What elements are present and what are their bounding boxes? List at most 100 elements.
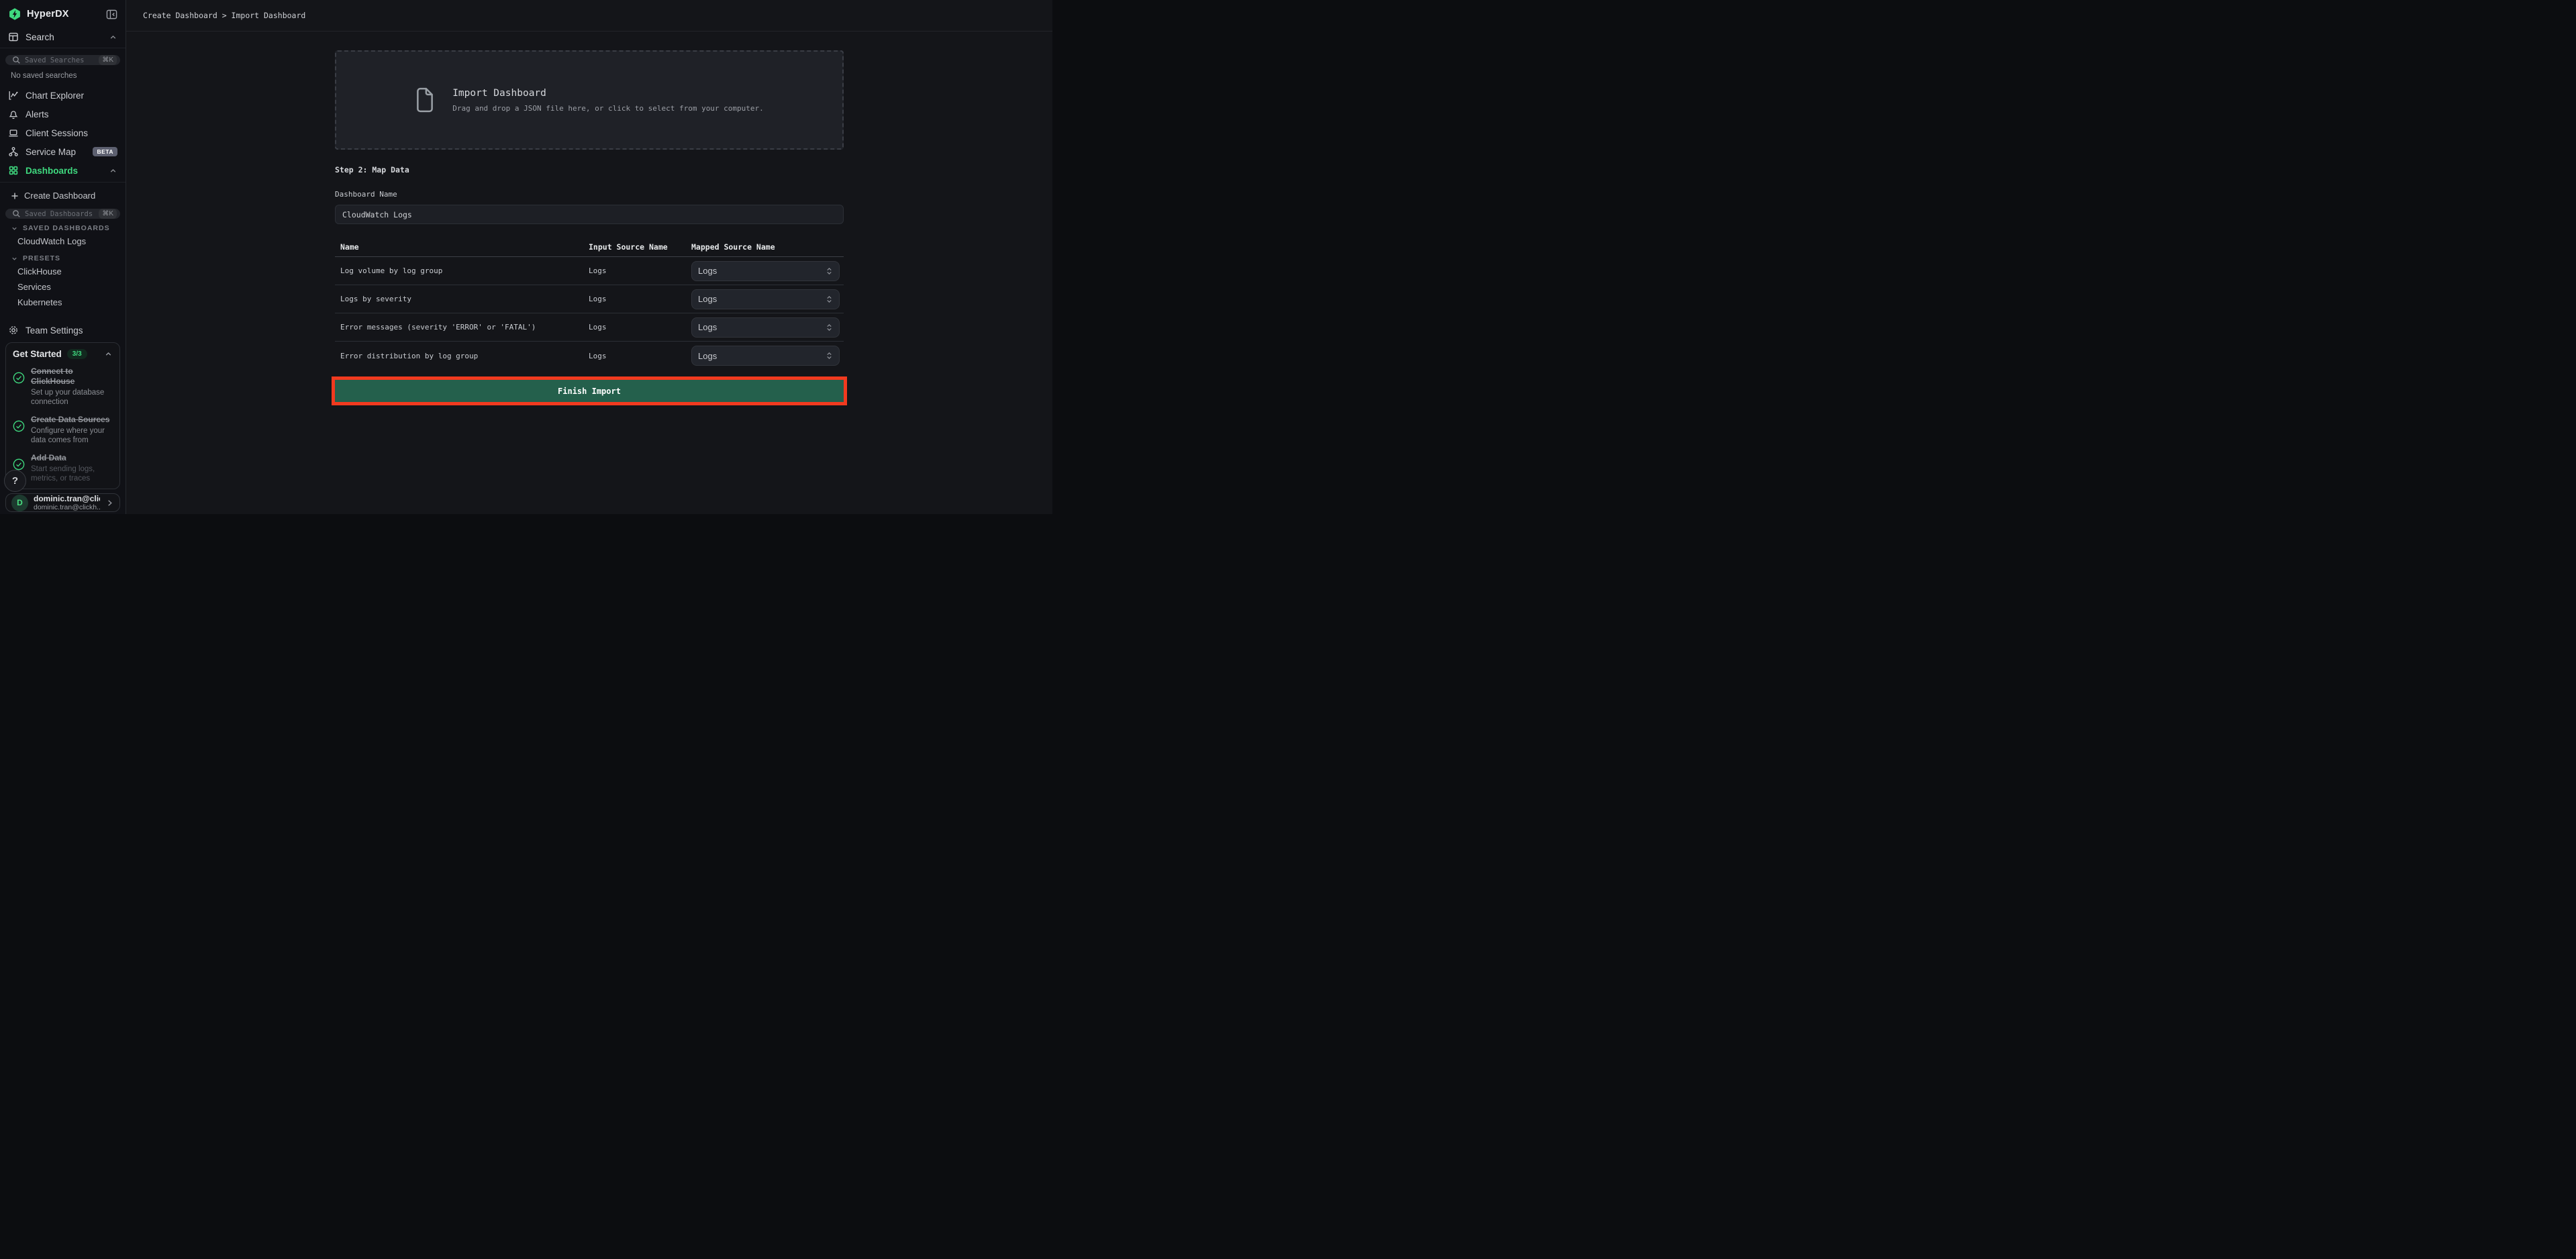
chart-name: Log volume by log group: [340, 266, 589, 275]
chevron-up-down-icon: [826, 295, 833, 304]
sidebar-section-search[interactable]: Search: [0, 26, 126, 48]
search-icon: [12, 56, 21, 64]
hierarchy-icon: [8, 146, 19, 157]
get-started-title: Get Started: [13, 349, 62, 359]
plus-icon: [11, 192, 19, 200]
cmd-k-shortcut: ⌘K: [99, 209, 117, 219]
input-source-name: Logs: [589, 352, 691, 360]
chart-name: Error distribution by log group: [340, 352, 589, 360]
get-started-item-sources[interactable]: Create Data Sources Configure where your…: [13, 415, 113, 446]
sidebar-item-services[interactable]: Services: [0, 279, 126, 295]
get-started-item-title: Add Data: [31, 453, 113, 463]
search-section-icon: [8, 32, 19, 42]
avatar: D: [11, 495, 28, 511]
mapped-source-value: Logs: [698, 351, 826, 361]
import-dashboard-content: Import Dashboard Drag and drop a JSON fi…: [335, 50, 844, 405]
collapse-panel-icon: [106, 9, 117, 20]
chart-name: Logs by severity: [340, 295, 589, 303]
create-dashboard-label: Create Dashboard: [24, 191, 95, 201]
user-name: dominic.tran@clic...: [34, 494, 100, 503]
help-button[interactable]: ?: [4, 470, 26, 492]
sidebar-item-dashboards[interactable]: Dashboards: [0, 161, 126, 180]
input-source-name: Logs: [589, 323, 691, 332]
sidebar-item-client-sessions[interactable]: Client Sessions: [0, 123, 126, 142]
saved-searches-search[interactable]: ⌘K: [5, 55, 120, 65]
get-started-count-badge: 3/3: [67, 349, 87, 359]
chevron-up-icon[interactable]: [104, 350, 113, 358]
beta-badge: BETA: [93, 147, 117, 156]
get-started-item-subtitle: Start sending logs, metrics, or traces: [31, 464, 113, 484]
search-icon: [12, 209, 21, 218]
file-icon: [415, 87, 435, 113]
column-header-name: Name: [340, 242, 589, 252]
sidebar-item-team-settings[interactable]: Team Settings: [0, 318, 126, 342]
chevron-up-icon[interactable]: [109, 166, 117, 175]
get-started-item-add-data[interactable]: Add Data Start sending logs, metrics, or…: [13, 453, 113, 484]
get-started-item-title: Create Data Sources: [31, 415, 113, 425]
sidebar-nav: Chart Explorer Alerts Client Sessions Se…: [0, 86, 126, 183]
bell-icon: [8, 109, 19, 119]
finish-import-button[interactable]: Finish Import: [335, 380, 844, 402]
json-dropzone[interactable]: Import Dashboard Drag and drop a JSON fi…: [335, 50, 844, 150]
search-section-label: Search: [26, 32, 102, 42]
input-source-name: Logs: [589, 295, 691, 303]
get-started-item-subtitle: Configure where your data comes from: [31, 426, 113, 446]
sidebar-item-kubernetes[interactable]: Kubernetes: [0, 295, 126, 310]
dashboard-name-label: Dashboard Name: [335, 190, 844, 199]
sidebar-item-label: Client Sessions: [26, 128, 117, 138]
sidebar: HyperDX Search ⌘K No saved sea: [0, 0, 126, 514]
mapped-source-select[interactable]: Logs: [691, 346, 840, 366]
dropzone-subtitle: Drag and drop a JSON file here, or click…: [452, 104, 764, 113]
sidebar-item-cloudwatch-logs[interactable]: CloudWatch Logs: [0, 234, 126, 249]
no-saved-searches-note: No saved searches: [0, 65, 126, 84]
table-row: Error distribution by log group Logs Log…: [335, 342, 844, 370]
mapped-source-select[interactable]: Logs: [691, 317, 840, 338]
dropzone-text: Import Dashboard Drag and drop a JSON fi…: [452, 88, 764, 113]
mapped-source-value: Logs: [698, 322, 826, 332]
dashboard-name-input[interactable]: [335, 205, 844, 224]
sidebar-item-label: Alerts: [26, 109, 117, 119]
table-row: Logs by severity Logs Logs: [335, 285, 844, 313]
dashboards-grid-icon: [8, 165, 19, 176]
app-root: HyperDX Search ⌘K No saved sea: [0, 0, 1052, 514]
source-mapping-table: Name Input Source Name Mapped Source Nam…: [335, 238, 844, 370]
chevron-down-icon: [11, 255, 18, 262]
sidebar-item-chart-explorer[interactable]: Chart Explorer: [0, 86, 126, 105]
check-circle-icon: [13, 415, 25, 446]
get-started-header[interactable]: Get Started 3/3: [13, 349, 113, 359]
mapped-source-value: Logs: [698, 294, 826, 304]
sidebar-item-clickhouse[interactable]: ClickHouse: [0, 264, 126, 279]
chevron-up-down-icon: [826, 323, 833, 332]
step-title: Step 2: Map Data: [335, 165, 844, 174]
group-saved-dashboards[interactable]: SAVED DASHBOARDS: [0, 219, 126, 234]
mapped-source-select[interactable]: Logs: [691, 261, 840, 281]
dropzone-title: Import Dashboard: [452, 88, 764, 99]
chevron-up-icon[interactable]: [109, 33, 117, 42]
user-email: dominic.tran@clickh...: [34, 503, 100, 511]
brand-name: HyperDX: [27, 9, 69, 19]
create-dashboard-button[interactable]: Create Dashboard: [0, 183, 126, 203]
topbar: Create Dashboard > Import Dashboard: [126, 0, 1052, 32]
saved-searches-input[interactable]: [25, 56, 95, 64]
collapse-sidebar-button[interactable]: [106, 9, 117, 20]
brand[interactable]: HyperDX: [8, 7, 69, 21]
chevron-up-down-icon: [826, 266, 833, 276]
sidebar-item-label: Dashboards: [26, 166, 102, 176]
column-header-input-source: Input Source Name: [589, 242, 691, 252]
chevron-down-icon: [11, 225, 18, 232]
group-presets[interactable]: PRESETS: [0, 249, 126, 264]
group-label: SAVED DASHBOARDS: [23, 224, 110, 232]
user-account-card[interactable]: D dominic.tran@clic... dominic.tran@clic…: [5, 493, 120, 512]
sidebar-header: HyperDX: [0, 0, 126, 26]
chevron-right-icon: [105, 499, 114, 507]
saved-dashboards-input[interactable]: [25, 210, 95, 218]
chart-icon: [8, 90, 19, 101]
sidebar-item-alerts[interactable]: Alerts: [0, 105, 126, 123]
breadcrumb[interactable]: Create Dashboard > Import Dashboard: [143, 11, 305, 20]
mapped-source-select[interactable]: Logs: [691, 289, 840, 309]
chart-name: Error messages (severity 'ERROR' or 'FAT…: [340, 323, 589, 332]
get-started-item-connect[interactable]: Connect to ClickHouse Set up your databa…: [13, 366, 113, 407]
sidebar-item-service-map[interactable]: Service Map BETA: [0, 142, 126, 161]
column-header-mapped-source: Mapped Source Name: [691, 242, 844, 252]
saved-dashboards-search[interactable]: ⌘K: [5, 209, 120, 219]
